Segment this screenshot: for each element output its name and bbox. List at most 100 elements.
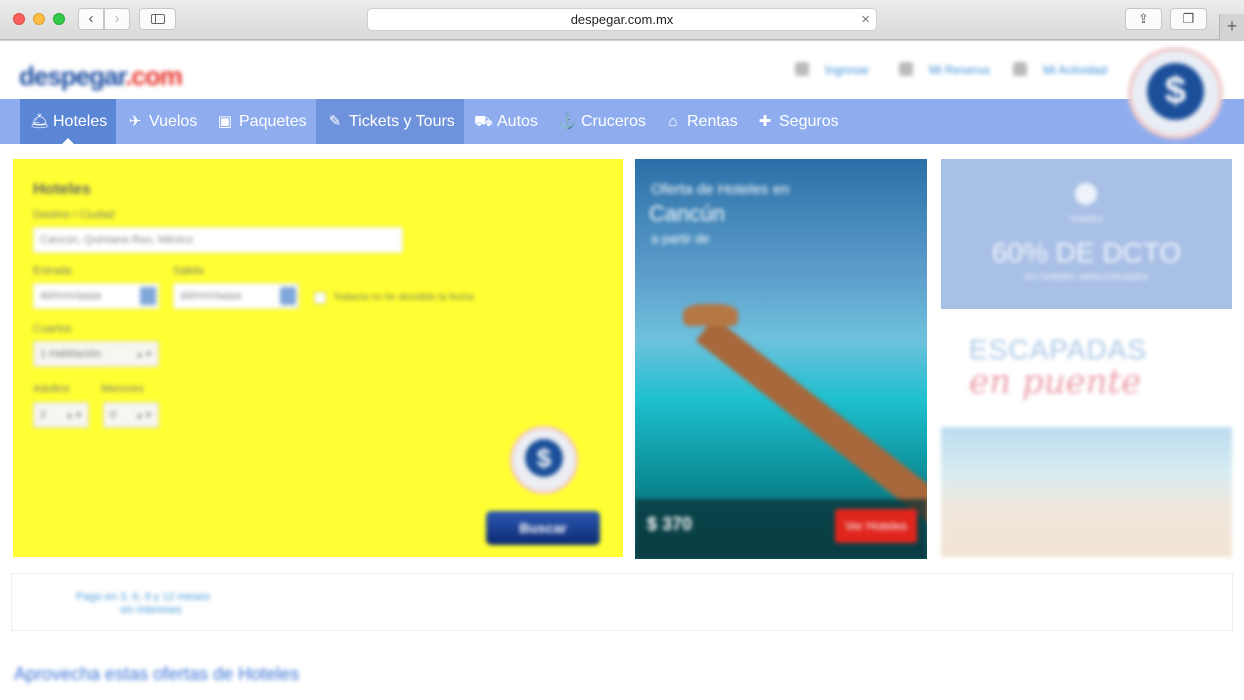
checkin-field[interactable]: dd/mm/aaaa bbox=[33, 283, 159, 309]
show-tabs-button[interactable]: ❐ bbox=[1170, 8, 1207, 30]
tab-label: Hoteles bbox=[53, 113, 108, 130]
minors-value: 0 bbox=[110, 409, 117, 421]
suitcase-icon: ▣ bbox=[217, 113, 233, 130]
rooms-value: 1 Habitación bbox=[40, 348, 102, 360]
browser-toolbar: ‹ › despegar.com.mx × ⇪ ❐ + bbox=[0, 0, 1244, 40]
sidebar-icon bbox=[150, 14, 165, 24]
clear-url-icon[interactable]: × bbox=[861, 9, 870, 30]
chevron-down-icon: ▲▼ bbox=[135, 410, 153, 420]
my-booking-link[interactable]: Mi Reserva bbox=[929, 63, 990, 77]
discount-headline: 60% DE DCTO bbox=[991, 237, 1182, 268]
tab-seguros[interactable]: ✚ Seguros bbox=[746, 99, 850, 144]
corner-badge[interactable]: $ bbox=[1128, 47, 1223, 139]
destination-label: Destino / Ciudad bbox=[33, 209, 115, 221]
promo-line1: Oferta de Hoteles en bbox=[651, 181, 790, 198]
dollar-icon: $ bbox=[525, 439, 563, 477]
plus-icon: + bbox=[1226, 16, 1238, 36]
share-icon: ⇪ bbox=[1138, 11, 1149, 26]
logo-main-text: despegar bbox=[19, 61, 126, 91]
calendar-icon[interactable] bbox=[140, 287, 156, 305]
minors-label: Menores bbox=[101, 383, 144, 395]
ship-icon: ⚓ bbox=[558, 113, 577, 130]
tab-label: Vuelos bbox=[149, 113, 198, 130]
sidebar-toggle-button[interactable] bbox=[139, 8, 176, 30]
search-button[interactable]: Buscar bbox=[486, 511, 600, 545]
url-text: despegar.com.mx bbox=[570, 12, 674, 27]
new-tab-button[interactable]: + bbox=[1219, 14, 1244, 40]
house-icon: ⌂ bbox=[668, 113, 678, 130]
no-dates-label: Todavía no he decidido la fecha bbox=[333, 292, 474, 303]
discount-detail: en hoteles seleccionados bbox=[1024, 271, 1149, 283]
tabs-icon: ❐ bbox=[1182, 11, 1195, 26]
destination-input[interactable]: Cancún, Quintana Roo, México bbox=[33, 227, 403, 253]
adults-select[interactable]: 2 ▲▼ bbox=[33, 402, 89, 428]
escapadas-promo-banner[interactable]: ESCAPADAS en puente bbox=[941, 322, 1232, 417]
promo-price: $ 370 bbox=[647, 514, 693, 534]
tab-tickets-y-tours[interactable]: ✎ Tickets y Tours bbox=[316, 99, 464, 144]
zoom-window-button[interactable] bbox=[53, 13, 65, 25]
close-window-button[interactable] bbox=[13, 13, 25, 25]
cancun-promo-banner[interactable]: Oferta de Hoteles en Cancún a partir de … bbox=[635, 159, 927, 559]
checkout-placeholder: dd/mm/aaaa bbox=[180, 290, 242, 302]
search-title: Hoteles bbox=[33, 181, 91, 198]
rooms-label: Cuartos bbox=[33, 323, 72, 335]
beach-promo-banner[interactable] bbox=[941, 427, 1232, 557]
promo-line2: Cancún bbox=[649, 201, 725, 226]
payment-info-box: Pago en 3, 6, 9 y 12 meses sin intereses bbox=[11, 573, 1233, 631]
escapadas-subtitle: en puente bbox=[969, 362, 1142, 402]
chevron-left-icon: ‹ bbox=[88, 10, 94, 27]
plane-icon: ✈ bbox=[128, 113, 142, 130]
chevron-right-icon: › bbox=[114, 10, 120, 27]
no-dates-checkbox[interactable] bbox=[314, 292, 326, 304]
product-nav: 🛎 Hoteles ✈ Vuelos ▣ Paquetes ✎ Tickets y To… bbox=[0, 99, 1244, 144]
discount-subtitle: Hoteles bbox=[1069, 214, 1104, 225]
adults-label: Adultos bbox=[33, 383, 70, 395]
offers-section-title: Aprovecha estas ofertas de Hoteles bbox=[14, 664, 300, 684]
activity-icon bbox=[1013, 62, 1027, 76]
tab-label: Cruceros bbox=[581, 113, 646, 130]
tab-paquetes[interactable]: ▣ Paquetes bbox=[206, 99, 316, 144]
checkout-field[interactable]: dd/mm/aaaa bbox=[173, 283, 299, 309]
checkin-label: Entrada bbox=[33, 265, 72, 277]
dollar-icon: $ bbox=[1147, 63, 1204, 120]
tab-label: Seguros bbox=[779, 113, 839, 130]
forward-button[interactable]: › bbox=[104, 8, 130, 30]
hotel-search-panel: Hoteles Destino / Ciudad Cancún, Quintan… bbox=[13, 159, 623, 557]
payment-info-line2[interactable]: sin intereses bbox=[120, 604, 182, 616]
user-icon bbox=[795, 62, 809, 76]
tab-label: Paquetes bbox=[239, 113, 307, 130]
site-header: despegar.com Ingresar Mi Reserva Mi Acti… bbox=[0, 41, 1244, 99]
tab-label: Rentas bbox=[687, 113, 738, 130]
payment-info-line1[interactable]: Pago en 3, 6, 9 y 12 meses bbox=[76, 591, 210, 603]
checkin-placeholder: dd/mm/aaaa bbox=[40, 290, 102, 302]
back-button[interactable]: ‹ bbox=[78, 8, 104, 30]
address-bar[interactable]: despegar.com.mx × bbox=[367, 8, 877, 31]
ticket-icon: ✎ bbox=[328, 113, 342, 130]
minimize-window-button[interactable] bbox=[33, 13, 45, 25]
login-link[interactable]: Ingresar bbox=[825, 63, 869, 77]
logo-dotcom-text: .com bbox=[125, 61, 183, 91]
hotel-icon bbox=[1075, 183, 1097, 205]
active-tab-caret bbox=[61, 138, 75, 145]
car-icon: ⛟ bbox=[474, 113, 493, 130]
tab-label: Autos bbox=[497, 113, 538, 130]
share-button[interactable]: ⇪ bbox=[1125, 8, 1162, 30]
chevron-down-icon: ▲▼ bbox=[135, 349, 153, 359]
site-logo[interactable]: despegar.com bbox=[19, 61, 183, 92]
hut-illustration bbox=[683, 304, 738, 326]
briefcase-icon bbox=[899, 62, 913, 76]
minors-select[interactable]: 0 ▲▼ bbox=[103, 402, 159, 428]
promo-line3: a partir de bbox=[651, 231, 710, 246]
chevron-down-icon: ▲▼ bbox=[65, 410, 83, 420]
tab-rentas[interactable]: ⌂ Rentas bbox=[654, 99, 746, 144]
tab-autos[interactable]: ⛟ Autos bbox=[464, 99, 546, 144]
my-activity-link[interactable]: Mi Actividad bbox=[1043, 63, 1107, 77]
rooms-select[interactable]: 1 Habitación ▲▼ bbox=[33, 341, 159, 367]
tab-vuelos[interactable]: ✈ Vuelos bbox=[116, 99, 206, 144]
calendar-icon[interactable] bbox=[280, 287, 296, 305]
bell-icon: 🛎 bbox=[30, 113, 50, 130]
discount-promo-banner[interactable]: Hoteles 60% DE DCTO en hoteles seleccion… bbox=[941, 159, 1232, 309]
tab-cruceros[interactable]: ⚓ Cruceros bbox=[548, 99, 654, 144]
medkit-icon: ✚ bbox=[758, 113, 772, 130]
view-hotels-button[interactable]: Ver Hoteles bbox=[835, 509, 917, 543]
